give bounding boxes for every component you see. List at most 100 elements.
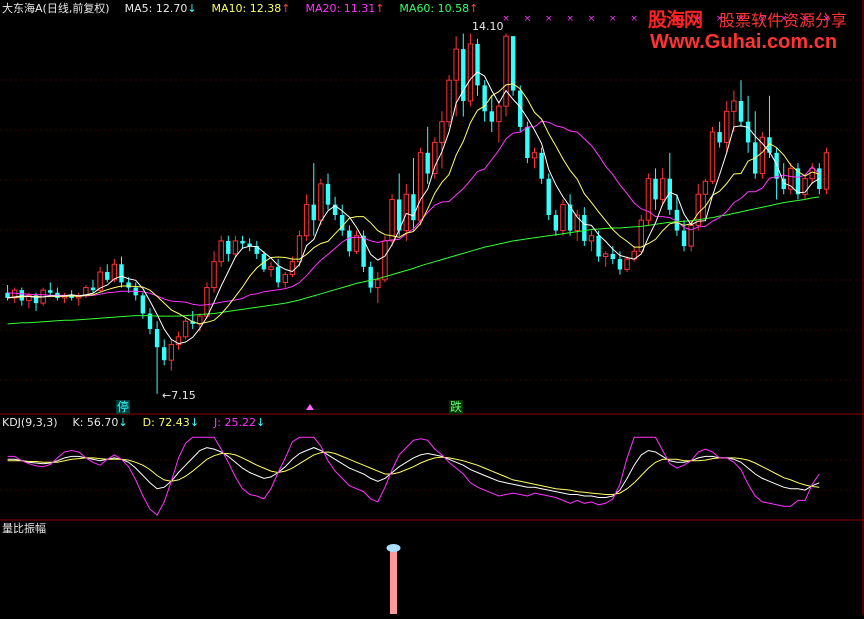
candle-up bbox=[353, 235, 360, 252]
candle-down bbox=[681, 230, 687, 247]
limit-marker: × bbox=[566, 14, 574, 24]
stock-name: 大东海A(日线,前复权) bbox=[2, 2, 110, 15]
chart-stage: × × × × × × × × × × × × × × × × bbox=[0, 0, 864, 615]
candle-down bbox=[510, 36, 516, 91]
j-arrow-icon: ↓ bbox=[255, 416, 266, 429]
candle-up bbox=[318, 183, 324, 221]
candle-down bbox=[817, 168, 822, 190]
candle-up bbox=[446, 79, 452, 123]
candle-up bbox=[111, 263, 118, 281]
limit-marker: × bbox=[588, 14, 596, 24]
ma5-arrow-icon: ↓ bbox=[187, 2, 197, 15]
candle-up bbox=[823, 152, 830, 190]
candle-up bbox=[709, 131, 716, 182]
limit-marker: × bbox=[524, 14, 532, 24]
candle-up bbox=[403, 193, 410, 232]
candle-down bbox=[5, 292, 10, 298]
candle-up bbox=[496, 105, 502, 123]
candle-up bbox=[375, 279, 381, 289]
candle-down bbox=[19, 290, 25, 301]
candle-up bbox=[182, 320, 189, 338]
candle-up bbox=[588, 235, 595, 242]
candle-down bbox=[105, 272, 110, 280]
candle-up bbox=[645, 178, 652, 221]
d-arrow-icon: ↓ bbox=[189, 416, 200, 429]
limit-marker: × bbox=[609, 14, 617, 24]
candle-up bbox=[382, 240, 388, 281]
candle-down bbox=[240, 240, 245, 244]
candle-up bbox=[168, 344, 175, 361]
candle-down bbox=[347, 230, 352, 252]
candle-down bbox=[617, 259, 623, 270]
candle-up bbox=[659, 178, 666, 200]
candle-down bbox=[610, 253, 616, 260]
candle-up bbox=[197, 315, 203, 325]
candle-down bbox=[553, 215, 559, 231]
k-arrow-icon: ↓ bbox=[118, 416, 128, 429]
kdj-name: KDJ(9,3,3) bbox=[2, 416, 58, 429]
candle-down bbox=[745, 121, 751, 143]
ma10-label: MA10: 12.38 bbox=[211, 2, 282, 15]
candle-down bbox=[140, 295, 146, 314]
candle-down bbox=[539, 152, 544, 179]
candle-down bbox=[226, 240, 231, 254]
candle-up bbox=[303, 204, 310, 237]
candle-down bbox=[525, 126, 530, 158]
candle-down bbox=[119, 264, 124, 283]
candle-down bbox=[475, 43, 480, 86]
candle-up bbox=[560, 204, 566, 232]
candle-up bbox=[439, 121, 445, 143]
kdj-k-line bbox=[7, 447, 820, 498]
candle-up bbox=[218, 240, 224, 263]
candle-down bbox=[154, 329, 160, 348]
kdj-j-label: J: 25.22 bbox=[214, 416, 256, 429]
kdj-j-line bbox=[7, 436, 820, 516]
candle-up bbox=[204, 287, 210, 317]
candle-down bbox=[653, 178, 658, 200]
candle-down bbox=[162, 347, 167, 361]
kdj-k-label: K: 56.70 bbox=[72, 416, 119, 429]
candle-down bbox=[582, 215, 587, 241]
limit-marker: × bbox=[545, 14, 553, 24]
candle-up bbox=[503, 35, 509, 107]
candle-down bbox=[275, 266, 281, 283]
candle-up bbox=[724, 110, 730, 143]
kdj-d-label: D: 72.43 bbox=[142, 416, 190, 429]
candle-up bbox=[531, 152, 538, 159]
candle-down bbox=[325, 183, 331, 205]
candle-up bbox=[809, 167, 815, 180]
low-price-annotation: ←7.15 bbox=[162, 389, 196, 402]
logo-cn: 股海网 bbox=[648, 9, 703, 31]
ma10-arrow-icon: ↑ bbox=[281, 2, 291, 15]
main-legend: 大东海A(日线,前复权) MA5: 12.70↓ MA10: 12.38↑ MA… bbox=[2, 2, 478, 16]
candle-up bbox=[389, 198, 395, 242]
candle-up bbox=[232, 240, 239, 255]
chart-canvas: × × × × × × × × × × × × × × × × bbox=[0, 0, 864, 615]
candle-up bbox=[282, 274, 288, 283]
candle-up bbox=[289, 261, 296, 276]
candle-up bbox=[268, 266, 274, 270]
candle-down bbox=[126, 282, 131, 288]
candle-up bbox=[731, 100, 737, 112]
high-price-annotation: 14.10 bbox=[472, 20, 504, 33]
candle-up bbox=[467, 43, 474, 102]
guhai-logo: 股海网 股票软件资源分享 Www.Guhai.com.cn bbox=[648, 5, 858, 55]
signal-marker bbox=[306, 404, 314, 410]
candle-up bbox=[602, 253, 609, 257]
candle-down bbox=[738, 100, 744, 122]
candle-up bbox=[453, 48, 459, 81]
candle-up bbox=[432, 141, 438, 175]
volume-ratio-bar bbox=[390, 548, 397, 614]
ma60-arrow-icon: ↑ bbox=[469, 2, 479, 15]
candle-up bbox=[702, 180, 709, 195]
ma20-arrow-icon: ↑ bbox=[375, 2, 385, 15]
candle-up bbox=[688, 224, 694, 247]
candle-down bbox=[774, 152, 779, 179]
volume-ratio-legend: 量比振幅 bbox=[2, 522, 46, 535]
candle-down bbox=[489, 111, 494, 122]
candle-down bbox=[425, 152, 430, 174]
candle-down bbox=[311, 204, 316, 221]
kdj-legend: KDJ(9,3,3) K: 56.70↓ D: 72.43↓ J: 25.22↓ bbox=[2, 416, 265, 430]
candle-down bbox=[717, 132, 722, 143]
ma60-label: MA60: 10.58 bbox=[399, 2, 470, 15]
